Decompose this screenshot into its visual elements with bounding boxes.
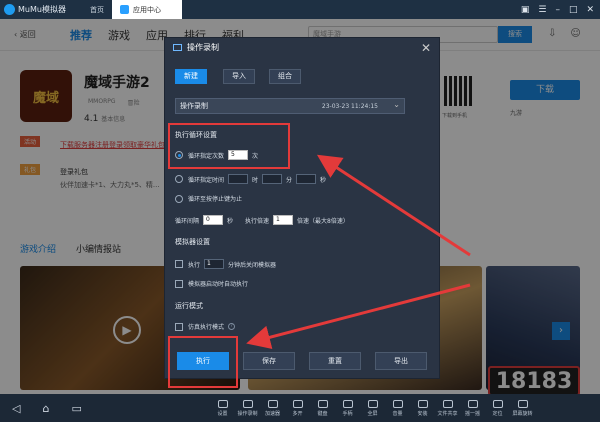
arrow-to-execute <box>246 283 471 350</box>
arrow-to-loop <box>316 154 471 257</box>
annotation-arrows <box>246 154 471 350</box>
